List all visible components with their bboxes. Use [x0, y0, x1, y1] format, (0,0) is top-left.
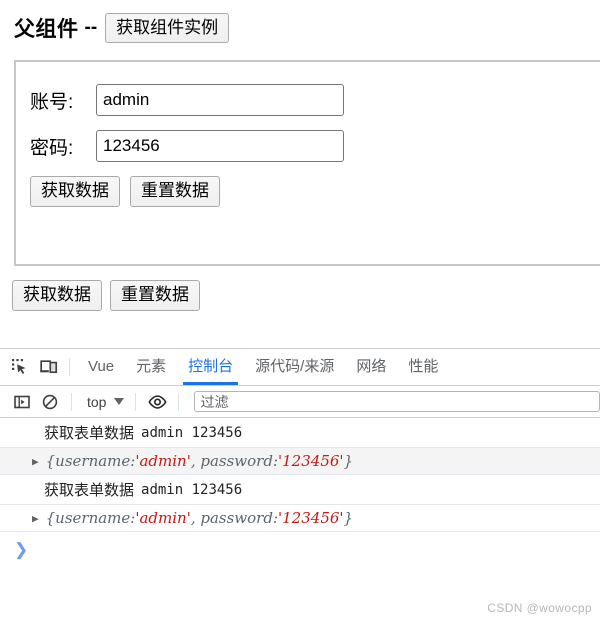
- tab-console[interactable]: 控制台: [177, 349, 244, 385]
- console-prompt[interactable]: ❯: [0, 532, 600, 562]
- expand-triangle-icon[interactable]: ▶: [32, 455, 39, 468]
- inspect-element-icon[interactable]: [6, 353, 34, 381]
- devtools-panel: Vue 元素 控制台 源代码/来源 网络 性能 top 过滤 获取表单数据 ad…: [0, 348, 600, 621]
- password-label: 密码:: [30, 137, 74, 159]
- password-field-row: 密码:: [30, 130, 600, 162]
- tabbar-divider: [69, 358, 70, 376]
- child-component-form: 账号: 密码: 获取数据 重置数据: [14, 60, 600, 266]
- console-log-values: admin 123456: [141, 481, 243, 498]
- execution-context-selector[interactable]: top: [79, 394, 128, 410]
- toolbar-divider-3: [178, 392, 180, 411]
- parent-get-data-button[interactable]: 获取数据: [12, 280, 102, 311]
- form-button-group: 获取数据 重置数据: [30, 176, 600, 207]
- tab-vue[interactable]: Vue: [77, 349, 125, 385]
- object-password-value: '123456': [278, 452, 344, 470]
- password-input[interactable]: [96, 130, 344, 162]
- console-message-list: 获取表单数据 admin 123456 ▶ {username: 'admin'…: [0, 418, 600, 562]
- console-log-text: 获取表单数据: [44, 425, 135, 442]
- console-sidebar-icon[interactable]: [8, 388, 36, 416]
- console-toolbar: top: [0, 386, 600, 418]
- page-title: 父组件: [14, 18, 79, 41]
- console-log-row[interactable]: 获取表单数据 admin 123456: [0, 418, 600, 448]
- object-suffix: }: [343, 509, 354, 527]
- tab-performance[interactable]: 性能: [397, 349, 449, 385]
- tab-network[interactable]: 网络: [345, 349, 397, 385]
- object-middle: , password:: [190, 509, 279, 527]
- form-get-data-button[interactable]: 获取数据: [30, 176, 120, 207]
- object-prefix: {username:: [45, 509, 136, 527]
- console-object-row[interactable]: ▶ {username: 'admin', password: '123456'…: [0, 448, 600, 475]
- execution-context-label: top: [87, 393, 107, 410]
- object-password-value: '123456': [278, 509, 344, 527]
- console-log-row[interactable]: 获取表单数据 admin 123456: [0, 475, 600, 505]
- chevron-down-icon: [114, 398, 125, 405]
- console-log-text: 获取表单数据: [44, 482, 135, 499]
- parent-button-group: 获取数据 重置数据: [12, 280, 600, 311]
- toolbar-divider-1: [71, 392, 72, 411]
- username-field-row: 账号:: [30, 84, 600, 116]
- object-username-value: 'admin': [135, 452, 191, 470]
- web-page-content: 父组件 -- 获取组件实例 账号: 密码: 获取数据 重置数据 获取数据 重置数…: [0, 0, 600, 311]
- object-username-value: 'admin': [135, 509, 191, 527]
- username-input[interactable]: [96, 84, 344, 116]
- get-component-instance-button[interactable]: 获取组件实例: [105, 12, 230, 44]
- title-separator: --: [84, 17, 98, 38]
- devtools-tabbar: Vue 元素 控制台 源代码/来源 网络 性能: [0, 349, 600, 386]
- toolbar-divider-2: [135, 392, 137, 411]
- object-suffix: }: [343, 452, 354, 470]
- watermark: CSDN @wowocpp: [487, 601, 592, 615]
- live-expression-eye-icon[interactable]: [143, 388, 171, 416]
- page-header: 父组件 -- 获取组件实例: [0, 0, 600, 44]
- expand-triangle-icon[interactable]: ▶: [32, 512, 39, 525]
- console-filter-input[interactable]: [194, 391, 600, 412]
- prompt-chevron-icon: ❯: [14, 540, 29, 559]
- clear-console-icon[interactable]: [36, 388, 64, 416]
- device-toolbar-icon[interactable]: [34, 353, 62, 381]
- form-reset-data-button[interactable]: 重置数据: [130, 176, 220, 207]
- console-log-values: admin 123456: [141, 424, 243, 441]
- parent-reset-data-button[interactable]: 重置数据: [110, 280, 200, 311]
- username-label: 账号:: [30, 91, 74, 113]
- tab-elements[interactable]: 元素: [125, 349, 177, 385]
- tab-sources[interactable]: 源代码/来源: [244, 349, 345, 385]
- object-prefix: {username:: [45, 452, 136, 470]
- console-object-row[interactable]: ▶ {username: 'admin', password: '123456'…: [0, 505, 600, 532]
- object-middle: , password:: [190, 452, 279, 470]
